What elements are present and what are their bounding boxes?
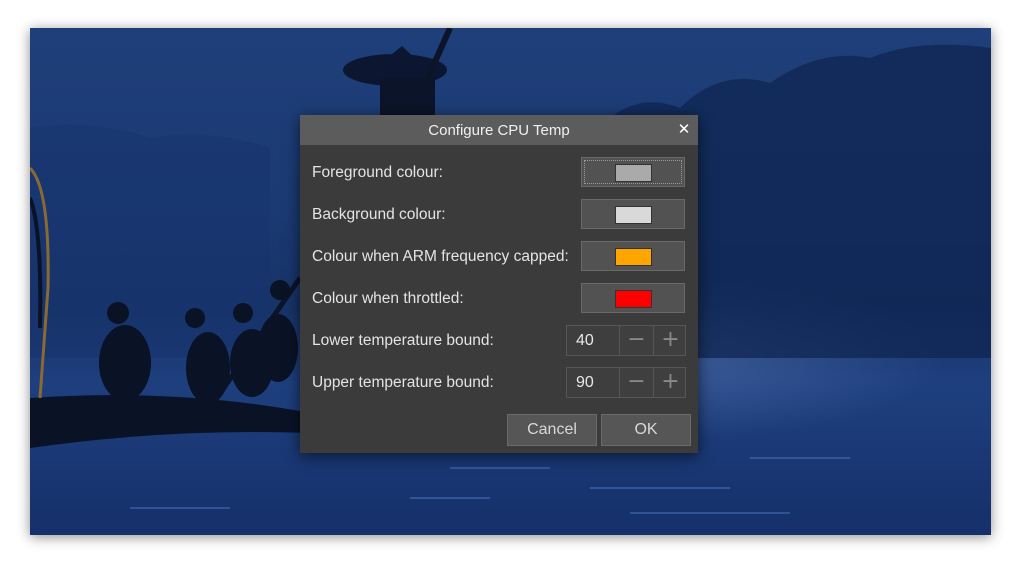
arm-capped-colour-label: Colour when ARM frequency capped: [312, 248, 569, 265]
dialog-title: Configure CPU Temp [428, 122, 570, 139]
close-icon[interactable]: ✕ [676, 121, 692, 137]
upper-bound-decrement-icon[interactable]: − [620, 368, 654, 397]
throttled-colour-button[interactable] [581, 283, 685, 313]
ok-button[interactable]: OK [601, 414, 691, 446]
configure-cpu-temp-dialog: Configure CPU Temp ✕ Foreground colour: … [300, 115, 698, 453]
upper-bound-spinner: 90 − + [566, 367, 686, 398]
arm-capped-colour-swatch [615, 248, 652, 266]
throttled-colour-swatch [615, 290, 652, 308]
foreground-colour-label: Foreground colour: [312, 164, 443, 181]
dialog-titlebar[interactable]: Configure CPU Temp ✕ [300, 115, 698, 145]
background-colour-label: Background colour: [312, 206, 446, 223]
cancel-button[interactable]: Cancel [507, 414, 597, 446]
upper-bound-increment-icon[interactable]: + [654, 368, 687, 397]
lower-bound-input[interactable]: 40 [567, 326, 620, 355]
throttled-colour-label: Colour when throttled: [312, 290, 464, 307]
lower-bound-label: Lower temperature bound: [312, 332, 494, 349]
foreground-colour-swatch [615, 164, 652, 182]
arm-capped-colour-button[interactable] [581, 241, 685, 271]
upper-bound-input[interactable]: 90 [567, 368, 620, 397]
lower-bound-spinner: 40 − + [566, 325, 686, 356]
lower-bound-decrement-icon[interactable]: − [620, 326, 654, 355]
background-colour-swatch [615, 206, 652, 224]
foreground-colour-button[interactable] [581, 157, 685, 187]
background-colour-button[interactable] [581, 199, 685, 229]
upper-bound-label: Upper temperature bound: [312, 374, 494, 391]
lower-bound-increment-icon[interactable]: + [654, 326, 687, 355]
desktop-wallpaper: Configure CPU Temp ✕ Foreground colour: … [30, 28, 991, 535]
